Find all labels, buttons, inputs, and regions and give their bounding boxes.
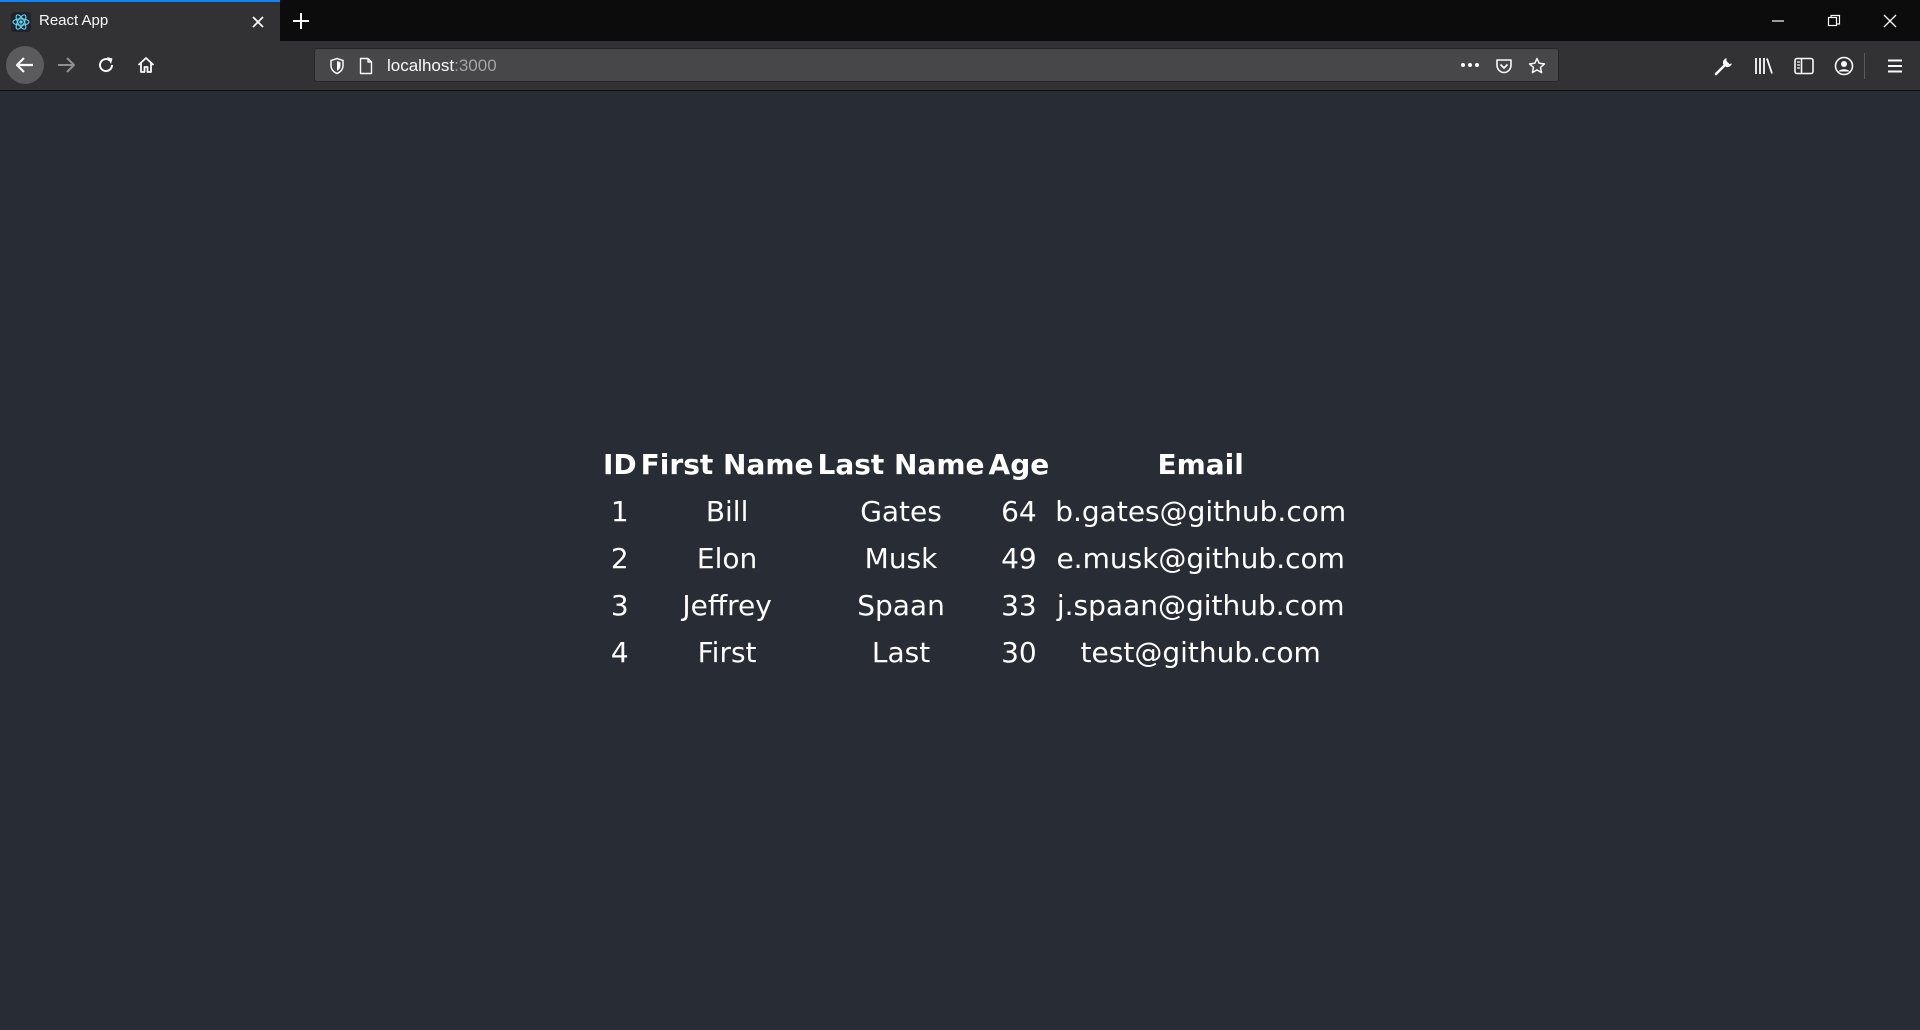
close-window-button[interactable] — [1862, 0, 1918, 41]
toolbar-divider — [1864, 53, 1865, 79]
cell-age: 33 — [1001, 589, 1037, 622]
tab-strip: React App — [0, 0, 1920, 41]
table-row: 4 First Last 30 test@github.com — [601, 629, 1350, 676]
arrow-right-icon — [58, 57, 75, 73]
close-icon — [1883, 14, 1897, 27]
cell-last-name: Spaan — [857, 589, 945, 622]
cell-id: 2 — [610, 542, 629, 575]
cell-age: 30 — [1001, 636, 1037, 669]
table-row: 2 Elon Musk 49 e.musk@github.com — [601, 535, 1350, 582]
column-header-last-name: Last Name — [817, 448, 985, 481]
wrench-icon[interactable] — [1713, 55, 1735, 77]
restore-button[interactable] — [1806, 0, 1862, 41]
url-port: :3000 — [454, 56, 497, 75]
tab-title: React App — [39, 12, 109, 29]
url-bar[interactable]: localhost:3000 — [314, 48, 1559, 82]
column-header-id: ID — [603, 448, 637, 481]
cell-id: 4 — [610, 636, 629, 669]
reload-icon — [99, 57, 114, 73]
cell-age: 49 — [1001, 542, 1037, 575]
minimize-icon — [1772, 19, 1784, 22]
more-horizontal-icon[interactable] — [1459, 56, 1481, 74]
sidebar-icon[interactable] — [1793, 55, 1815, 77]
column-header-first-name: First Name — [640, 448, 814, 481]
table-row: 3 Jeffrey Spaan 33 j.spaan@github.com — [601, 582, 1350, 629]
users-table: ID First Name Last Name Age Email 1 Bill… — [601, 441, 1350, 676]
pocket-icon[interactable] — [1495, 57, 1513, 75]
home-icon — [137, 57, 155, 73]
cell-first-name: Bill — [705, 495, 749, 528]
cell-email: e.musk@github.com — [1056, 542, 1345, 575]
cell-first-name: Jeffrey — [682, 589, 772, 622]
cell-first-name: Elon — [696, 542, 758, 575]
cell-age: 64 — [1001, 495, 1037, 528]
page-content: ID First Name Last Name Age Email 1 Bill… — [0, 91, 1920, 1030]
back-button[interactable] — [6, 46, 44, 84]
react-logo-icon — [11, 12, 31, 32]
cell-email: test@github.com — [1080, 636, 1321, 669]
table-header-row: ID First Name Last Name Age Email — [601, 441, 1350, 488]
star-icon[interactable] — [1528, 57, 1546, 75]
column-header-age: Age — [988, 448, 1050, 481]
navigation-toolbar: localhost:3000 — [0, 41, 1920, 91]
cell-email: j.spaan@github.com — [1056, 589, 1345, 622]
table-row: 1 Bill Gates 64 b.gates@github.com — [601, 488, 1350, 535]
column-header-email: Email — [1157, 448, 1244, 481]
plus-icon[interactable] — [289, 9, 313, 33]
home-button[interactable] — [129, 48, 163, 82]
arrow-left-icon — [15, 57, 33, 73]
cell-id: 3 — [610, 589, 629, 622]
minimize-button[interactable] — [1750, 0, 1806, 41]
cell-last-name: Gates — [860, 495, 942, 528]
cell-email: b.gates@github.com — [1055, 495, 1347, 528]
cell-last-name: Musk — [864, 542, 938, 575]
page-icon[interactable] — [357, 57, 375, 75]
library-icon[interactable] — [1753, 55, 1775, 77]
cell-id: 1 — [610, 495, 629, 528]
account-icon[interactable] — [1833, 55, 1855, 77]
url-text[interactable]: localhost:3000 — [387, 56, 497, 76]
reload-button[interactable] — [89, 48, 123, 82]
close-icon[interactable] — [249, 13, 267, 31]
shield-icon[interactable] — [328, 57, 346, 75]
forward-button[interactable] — [49, 48, 83, 82]
hamburger-menu-icon[interactable] — [1884, 55, 1906, 77]
cell-last-name: Last — [871, 636, 931, 669]
cell-first-name: First — [697, 636, 757, 669]
browser-tab[interactable]: React App — [0, 0, 280, 41]
url-host: localhost — [387, 56, 455, 75]
restore-icon — [1827, 14, 1841, 26]
